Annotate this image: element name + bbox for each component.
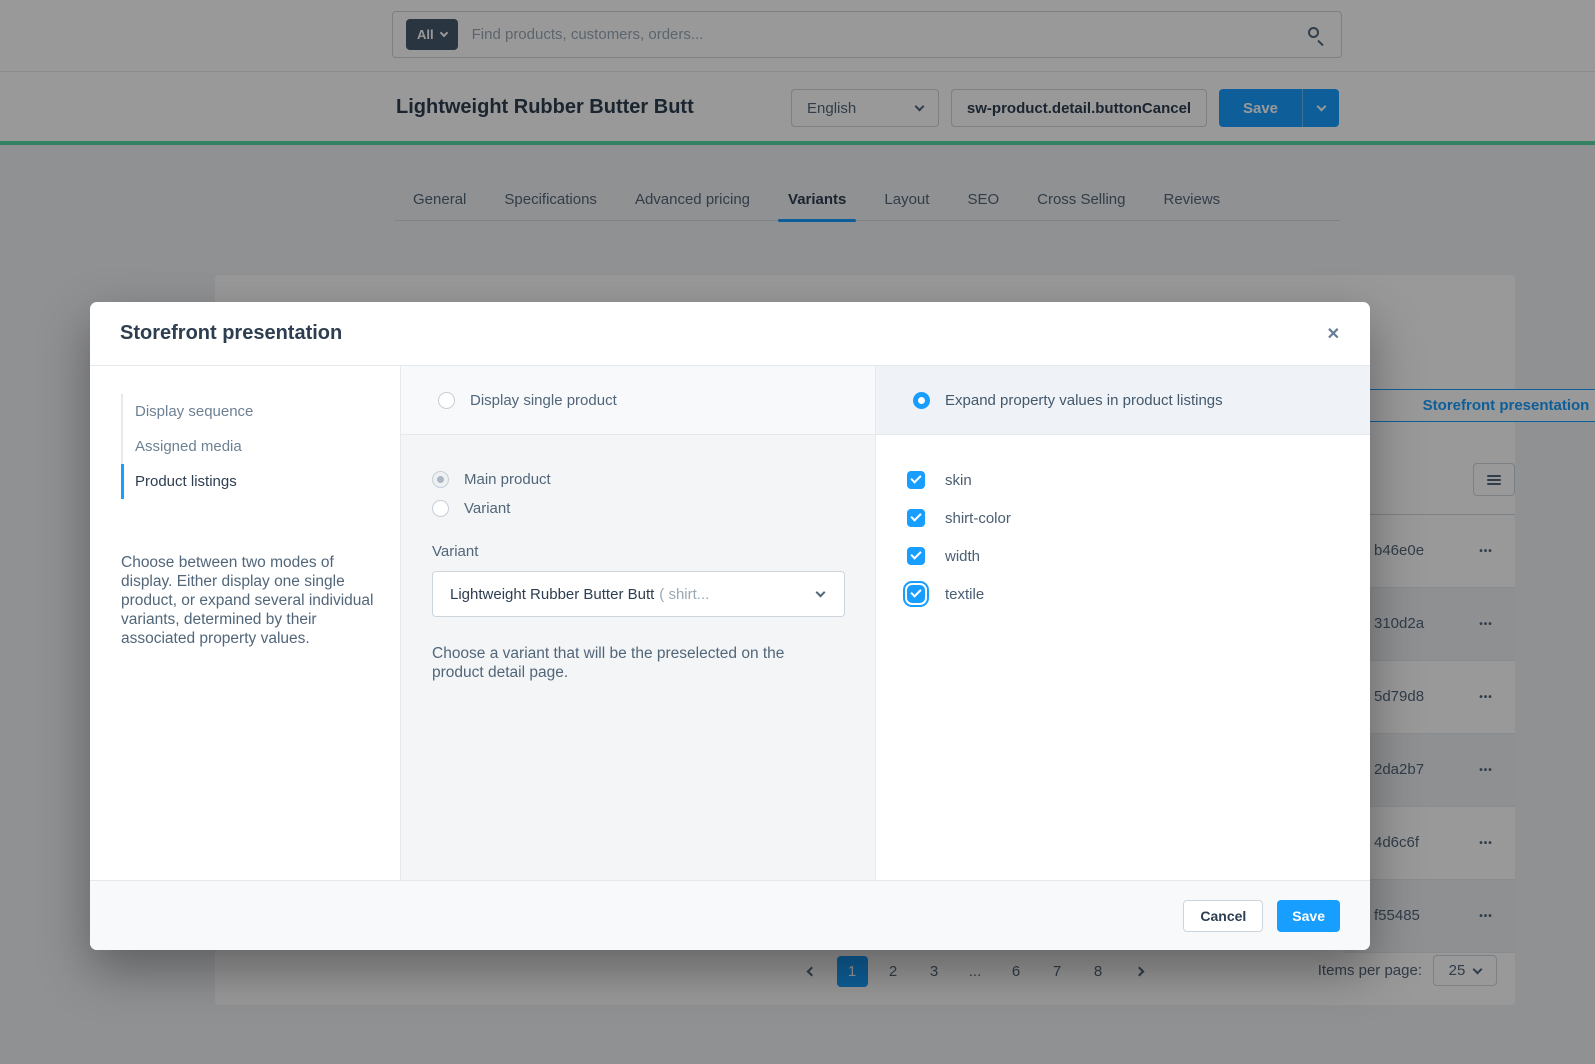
modal-sidebar: Display sequence Assigned media Product … [90, 366, 400, 880]
single-product-section: Display single product Main product Vari… [400, 366, 875, 880]
variant-radio-label: Variant [464, 500, 510, 517]
app-root: All Lightweight Rubber Butter Butt Engli… [0, 0, 1595, 1064]
variant-field-label: Variant [432, 543, 845, 560]
main-product-label: Main product [464, 471, 551, 488]
expand-mode-header: Expand property values in product listin… [876, 366, 1370, 435]
sidebar-item-display-sequence[interactable]: Display sequence [121, 394, 376, 429]
property-checkbox-width[interactable] [907, 547, 925, 565]
expand-mode-label: Expand property values in product listin… [945, 392, 1223, 409]
sidebar-item-product-listings[interactable]: Product listings [121, 464, 376, 499]
sidebar-item-assigned-media[interactable]: Assigned media [121, 429, 376, 464]
main-product-radio[interactable] [432, 471, 449, 488]
mode-description: Choose between two modes of display. Eit… [121, 553, 376, 648]
expand-properties-body: skin shirt-color width textile [876, 435, 1370, 880]
modal-header: Storefront presentation ✕ [90, 302, 1370, 366]
variant-select-value: Lightweight Rubber Butter Butt [450, 586, 654, 603]
property-label: width [945, 548, 980, 565]
property-checkbox-textile[interactable] [907, 585, 925, 603]
close-icon[interactable]: ✕ [1327, 324, 1340, 344]
modal-body: Display sequence Assigned media Product … [90, 366, 1370, 880]
expand-properties-section: Expand property values in product listin… [875, 366, 1370, 880]
property-checkbox-skin[interactable] [907, 471, 925, 489]
single-product-mode-label: Display single product [470, 392, 617, 409]
single-product-mode-header: Display single product [401, 366, 875, 435]
storefront-presentation-modal: Storefront presentation ✕ Display sequen… [90, 302, 1370, 950]
variant-select-suffix: ( shirt... [659, 586, 709, 603]
variant-radio[interactable] [432, 500, 449, 517]
variant-help-text: Choose a variant that will be the presel… [432, 644, 832, 682]
expand-mode-radio[interactable] [913, 392, 930, 409]
property-label: shirt-color [945, 510, 1011, 527]
property-label: textile [945, 586, 984, 603]
property-label: skin [945, 472, 972, 489]
single-product-radio[interactable] [438, 392, 455, 409]
modal-footer: Cancel Save [90, 880, 1370, 950]
variant-select[interactable]: Lightweight Rubber Butter Butt ( shirt..… [432, 571, 845, 617]
modal-title: Storefront presentation [120, 322, 342, 345]
cancel-button[interactable]: Cancel [1183, 900, 1263, 932]
chevron-down-icon [816, 588, 826, 598]
save-button[interactable]: Save [1277, 900, 1340, 932]
single-product-body: Main product Variant Variant Lightweight… [401, 435, 875, 880]
property-checkbox-shirt-color[interactable] [907, 509, 925, 527]
